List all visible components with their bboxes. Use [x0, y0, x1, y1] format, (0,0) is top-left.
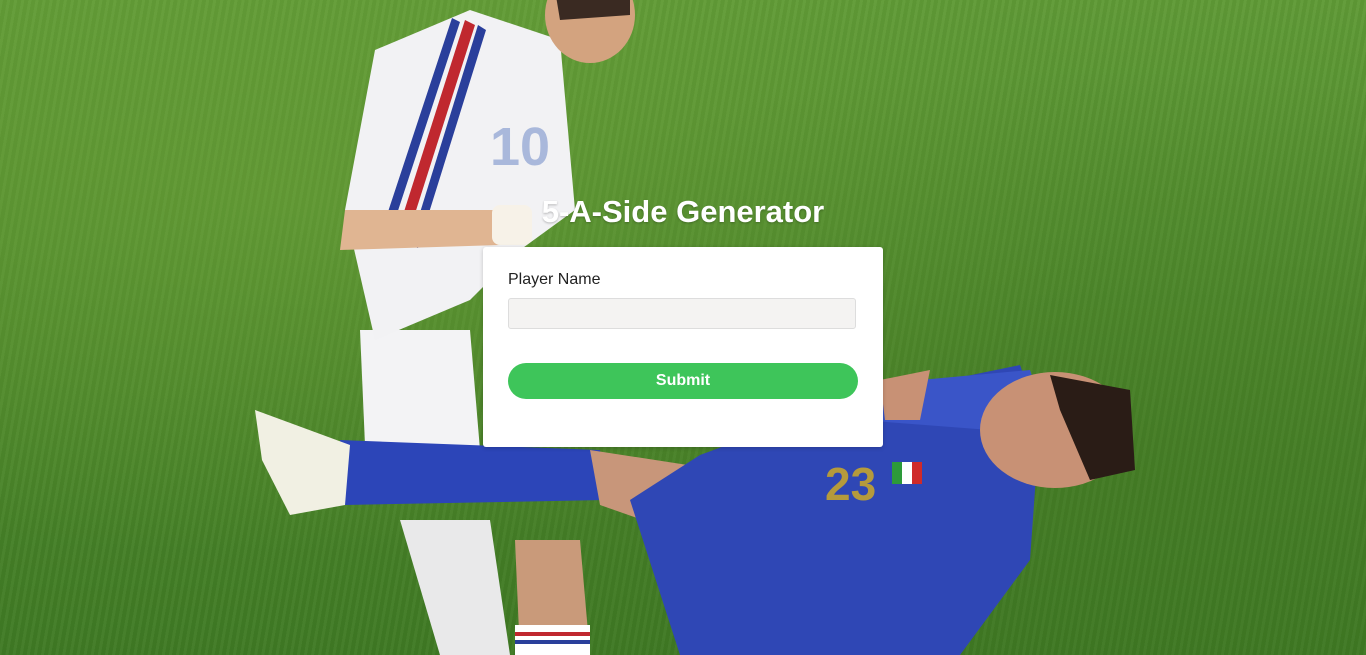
jersey-number-left: 10: [490, 117, 550, 177]
player-name-label: Player Name: [508, 271, 601, 288]
jersey-number-right: 23: [825, 458, 876, 510]
submit-button[interactable]: Submit: [508, 363, 858, 399]
player-form-card: Player Name Submit: [483, 247, 883, 447]
player-name-input[interactable]: [508, 298, 856, 329]
page-title: 5-A-Side Generator: [541, 194, 825, 229]
